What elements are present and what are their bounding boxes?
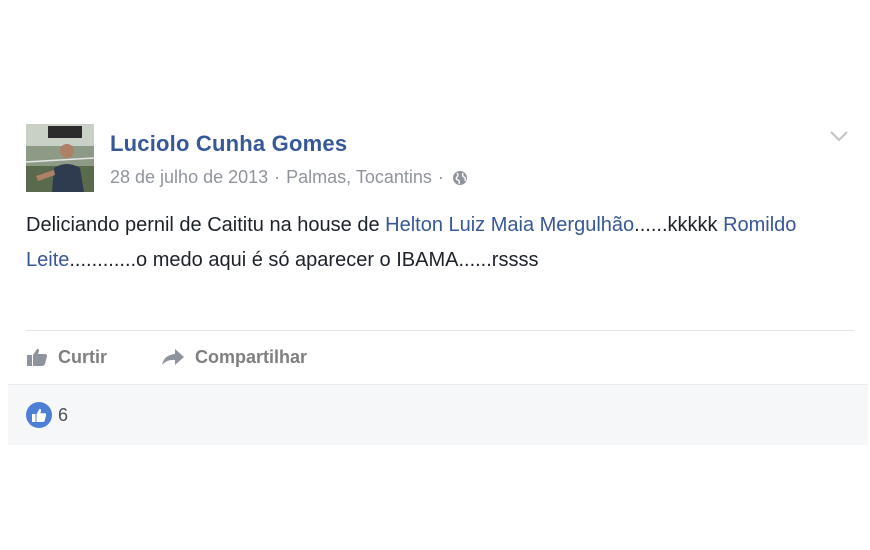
like-button-label: Curtir [58, 346, 107, 367]
reactions-summary[interactable]: 6 [26, 402, 68, 428]
share-button-label: Compartilhar [195, 346, 308, 367]
share-button[interactable]: Compartilhar [161, 347, 307, 368]
facebook-post: Luciolo Cunha Gomes 28 de julho de 2013 … [8, 108, 868, 446]
post-header: Luciolo Cunha Gomes 28 de julho de 2013 … [26, 124, 848, 194]
post-location[interactable]: Palmas, Tocantins [286, 167, 432, 188]
post-content: Deliciando pernil de Caititu na house de… [26, 208, 826, 278]
thumbs-up-icon [27, 348, 47, 366]
divider [26, 330, 854, 331]
like-reaction-icon [26, 402, 52, 428]
chevron-down-icon[interactable] [828, 128, 850, 144]
meta-separator: · [437, 167, 444, 187]
mention-link[interactable]: Helton Luiz Maia Mergulhão [385, 214, 634, 236]
avatar-photo [26, 124, 94, 192]
like-count: 6 [58, 404, 69, 425]
post-text: ......kkkkk [634, 214, 724, 236]
post-meta: 28 de julho de 2013 · Palmas, Tocantins … [110, 167, 468, 188]
like-button[interactable]: Curtir [26, 347, 107, 368]
post-footer: 6 [8, 384, 868, 445]
post-text: ............o medo aqui é só aparecer o … [69, 249, 539, 271]
meta-separator: · [274, 167, 281, 187]
post-actions: Curtir Compartilhar [26, 340, 361, 374]
post-text: Deliciando pernil de Caititu na house de [26, 214, 386, 236]
author-name[interactable]: Luciolo Cunha Gomes [110, 131, 347, 157]
globe-icon[interactable] [452, 170, 468, 186]
post-date[interactable]: 28 de julho de 2013 [110, 167, 268, 188]
share-arrow-icon [162, 349, 184, 365]
author-avatar[interactable] [26, 124, 94, 192]
